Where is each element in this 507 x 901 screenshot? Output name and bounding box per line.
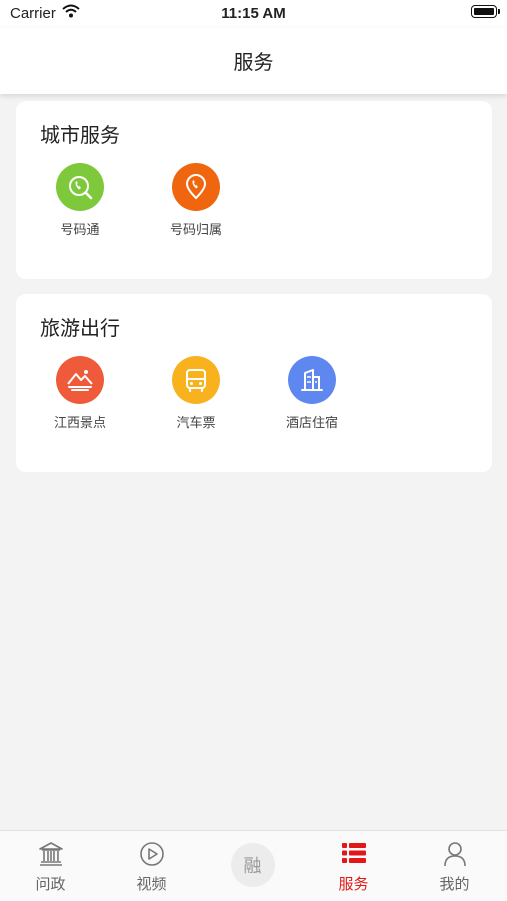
tab-wenzheng[interactable]: 问政: [0, 831, 101, 901]
government-building-icon: [37, 841, 65, 871]
tab-label: 服务: [338, 875, 369, 893]
travel-services-card: 旅游出行 江西景点 汽车票 酒店住宿: [16, 294, 492, 472]
bus-icon: [172, 356, 220, 404]
service-jiangxi-attractions[interactable]: 江西景点: [30, 356, 130, 431]
person-icon: [442, 841, 468, 871]
tab-video[interactable]: 视频: [101, 831, 202, 901]
list-icon: [341, 841, 367, 869]
page-title: 服务: [233, 50, 274, 74]
city-services-card: 城市服务 号码通 号码归属: [16, 101, 492, 279]
navigation-bar: 服务: [0, 28, 507, 94]
tab-service[interactable]: 服务: [303, 831, 404, 901]
tab-bar: 问政 视频 融 服务 我的: [0, 830, 507, 901]
service-label: 汽车票: [176, 416, 216, 431]
tab-label: 问政: [35, 875, 66, 893]
rong-center-label: 融: [243, 856, 262, 877]
landscape-icon: [56, 356, 104, 404]
tab-mine[interactable]: 我的: [404, 831, 505, 901]
phone-location-icon: [172, 163, 220, 211]
tab-label: 我的: [439, 875, 470, 893]
tab-rong[interactable]: 融: [202, 831, 303, 901]
service-number-lookup[interactable]: 号码通: [30, 163, 130, 238]
service-label: 酒店住宿: [285, 416, 338, 431]
rong-center-icon: 融: [230, 843, 275, 887]
service-hotel[interactable]: 酒店住宿: [262, 356, 362, 431]
service-label: 江西景点: [53, 416, 106, 431]
service-bus-ticket[interactable]: 汽车票: [146, 356, 246, 431]
service-label: 号码归属: [169, 223, 222, 238]
status-bar: Carrier 11:15 AM: [0, 0, 507, 28]
service-number-location[interactable]: 号码归属: [146, 163, 246, 238]
service-label: 号码通: [60, 223, 100, 238]
battery-icon: [471, 5, 500, 18]
tab-label: 视频: [136, 875, 167, 893]
travel-services-heading: 旅游出行: [40, 316, 120, 340]
status-time: 11:15 AM: [221, 5, 286, 22]
hotel-building-icon: [288, 356, 336, 404]
phone-search-icon: [56, 163, 104, 211]
city-services-heading: 城市服务: [40, 123, 120, 147]
play-circle-icon: [139, 841, 165, 871]
